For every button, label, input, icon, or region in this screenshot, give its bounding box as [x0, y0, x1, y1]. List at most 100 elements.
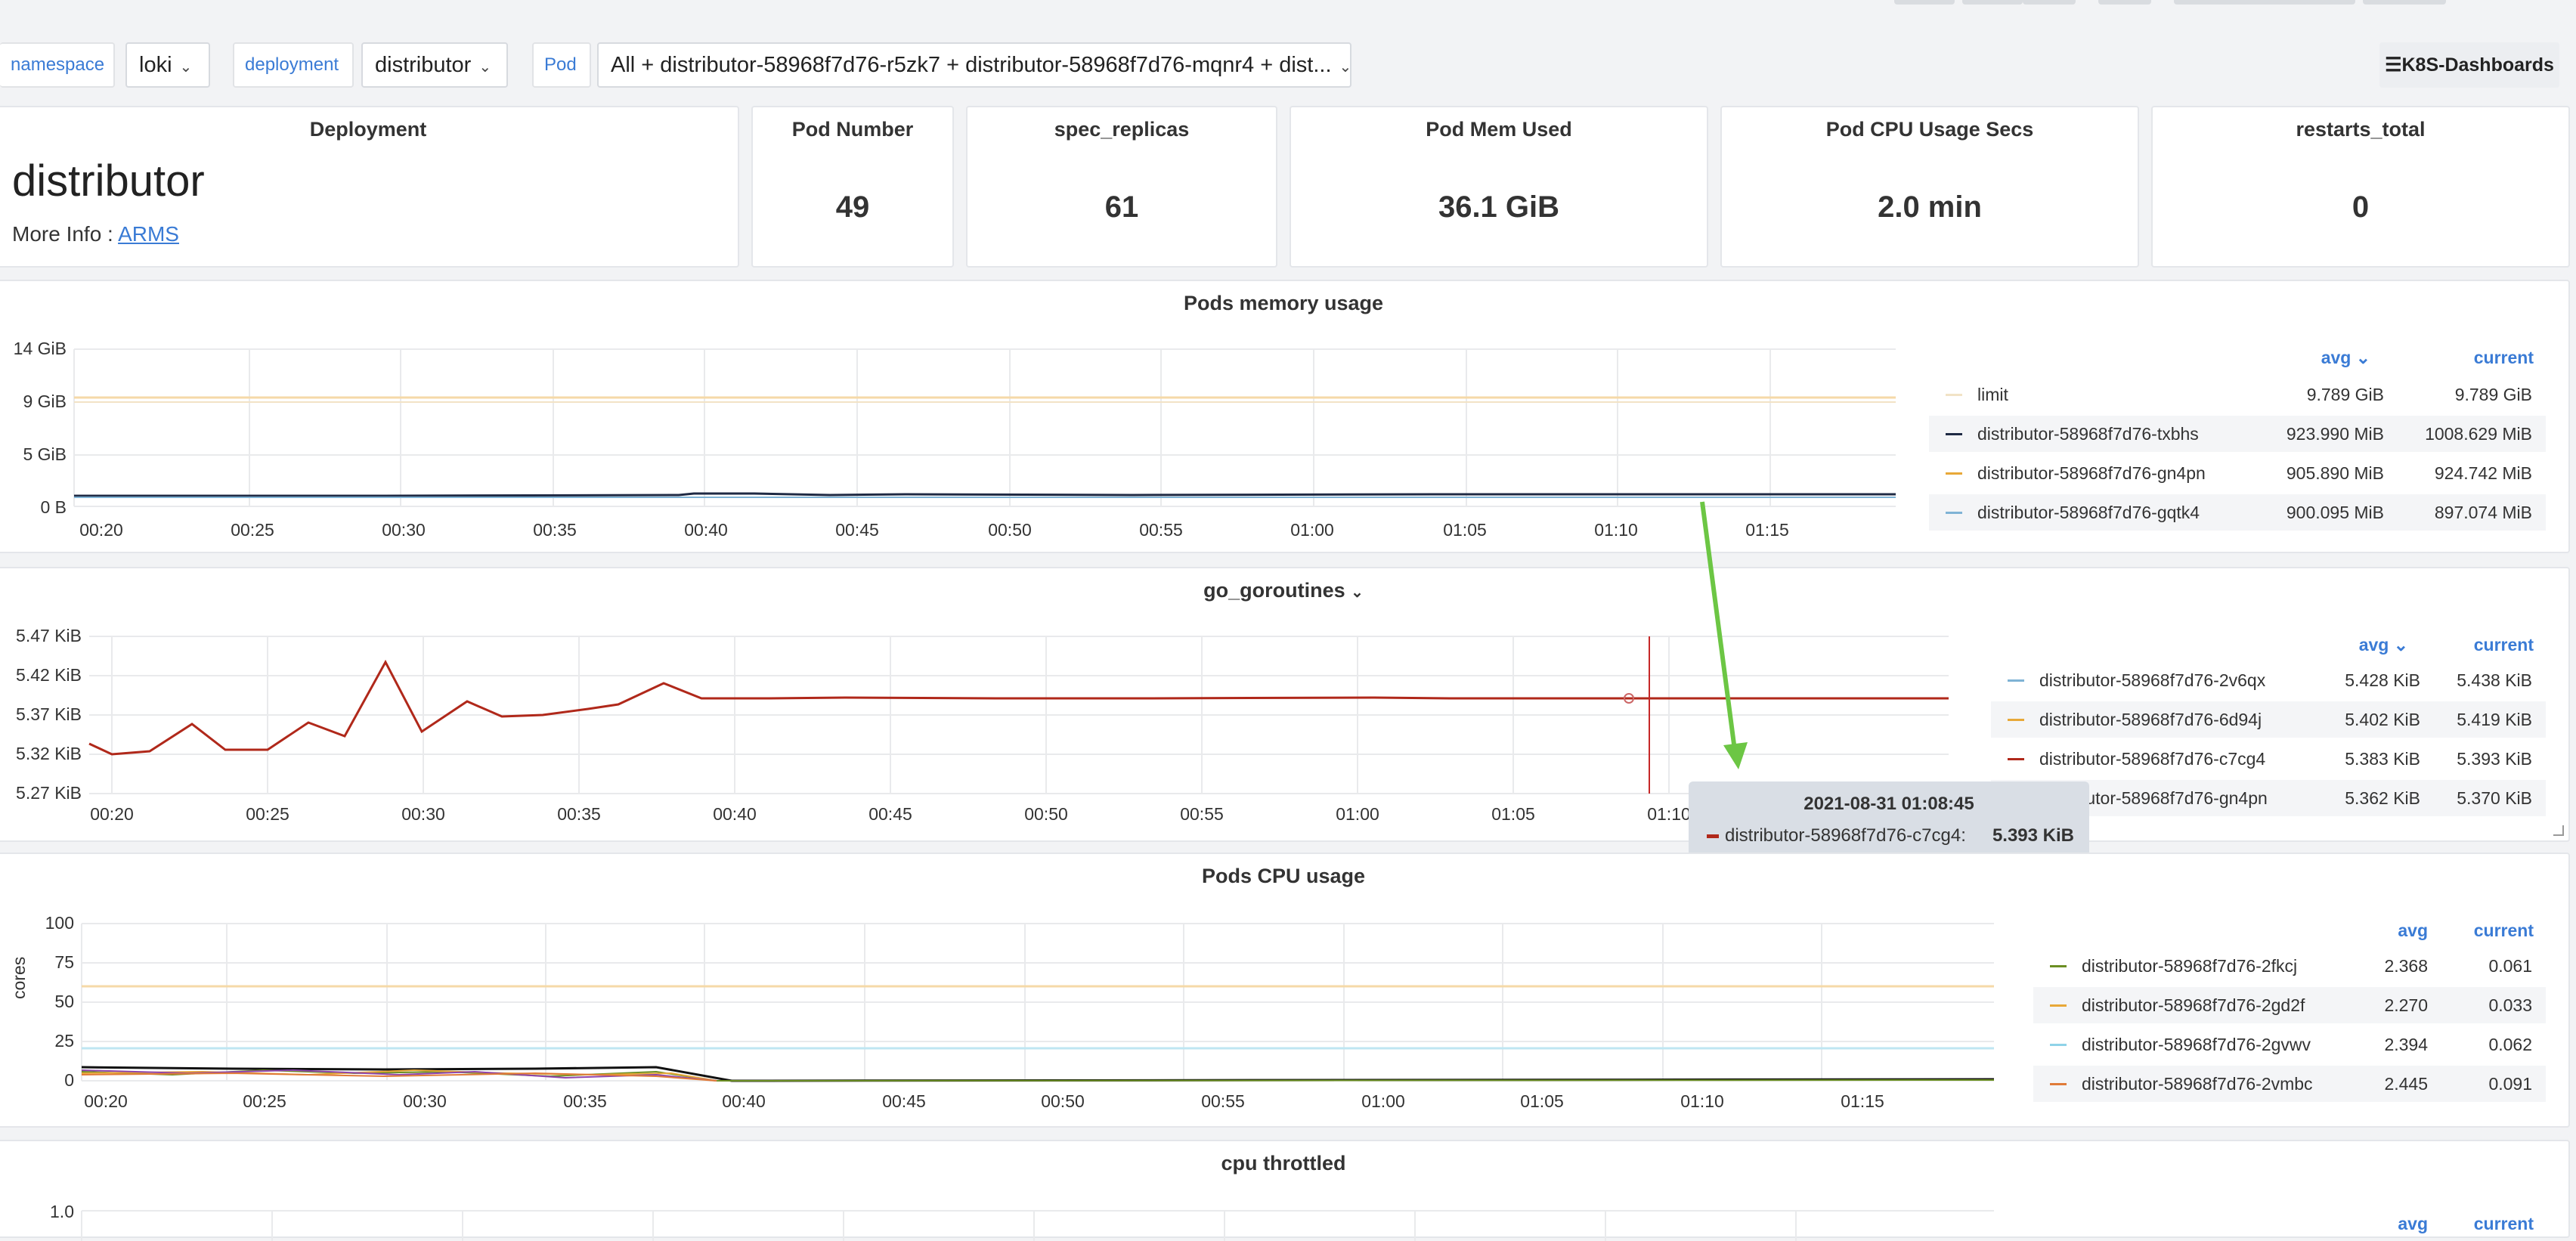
legend-avg-header[interactable]: avg ⌄: [2304, 635, 2408, 655]
x-tick: 00:45: [882, 1091, 926, 1111]
resize-handle[interactable]: [2553, 825, 2564, 836]
x-tick: 00:20: [90, 804, 134, 824]
series-current: 0.061: [2488, 956, 2532, 976]
toolbar-button[interactable]: [2098, 0, 2151, 5]
x-tick: 01:05: [1443, 520, 1487, 540]
x-tick: 00:30: [382, 520, 426, 540]
legend-row[interactable]: distributor-58968f7d76-2v6qx 5.428 KiB 5.4…: [1991, 662, 2546, 698]
y-tick: 5.42 KiB: [16, 665, 82, 685]
series-avg: 905.890 MiB: [2286, 463, 2384, 483]
panel-title: cpu throttled: [1221, 1152, 1346, 1174]
legend-current-header[interactable]: current: [2417, 348, 2534, 368]
panel-title: Pods CPU usage: [1201, 865, 1366, 887]
stat-pod-number: Pod Number 49: [751, 106, 954, 268]
legend-row[interactable]: distributor-58968f7d76-gqtk4 900.095 MiB 8…: [1929, 494, 2546, 531]
toolbar-button[interactable]: [1962, 0, 2023, 5]
series-avg: 5.428 KiB: [2345, 670, 2420, 690]
arms-link[interactable]: ARMS: [118, 222, 179, 246]
series-current: 924.742 MiB: [2434, 463, 2532, 483]
namespace-select[interactable]: loki ⌄: [125, 42, 210, 88]
deployment-panel: Deployment distributor More Info : ARMS: [0, 106, 739, 268]
cpu-throttled-panel: cpu throttled 1.0 avg current: [0, 1140, 2570, 1241]
pod-select[interactable]: All + distributor-58968f7d76-r5zk7 + dis…: [597, 42, 1351, 88]
y-tick: 5.37 KiB: [16, 704, 82, 724]
legend-row[interactable]: distributor-58968f7d76-txbhs 923.990 MiB 1…: [1929, 416, 2546, 452]
toolbar-button[interactable]: [2023, 0, 2076, 5]
series-swatch: [1946, 433, 1962, 435]
legend-avg-header[interactable]: avg ⌄: [2266, 348, 2370, 368]
series-avg: 900.095 MiB: [2286, 503, 2384, 522]
stat-title: spec_replicas: [1054, 118, 1190, 141]
legend-row[interactable]: distributor-58968f7d76-gn4pn 905.890 MiB 9…: [1929, 455, 2546, 491]
cpu-throttled-graph[interactable]: [81, 1210, 2002, 1241]
series-name: distributor-58968f7d76-gn4pn: [1977, 463, 2206, 483]
x-tick: 00:50: [988, 520, 1032, 540]
series-name: distributor-58968f7d76-2v6qx: [2039, 670, 2266, 690]
x-tick: 01:00: [1361, 1091, 1405, 1111]
series-avg: 923.990 MiB: [2286, 424, 2384, 444]
goroutines-graph[interactable]: [88, 636, 1956, 795]
stat-value: 61: [1104, 190, 1139, 224]
cpu-graph[interactable]: [81, 923, 2002, 1082]
series-avg: 2.445: [2384, 1074, 2428, 1094]
legend-row[interactable]: distributor-58968f7d76-2gd2f 2.270 0.033: [2033, 987, 2546, 1023]
legend-current-header[interactable]: current: [2417, 921, 2534, 941]
chevron-down-icon: ⌄: [179, 59, 193, 76]
series-line: [74, 492, 1896, 497]
legend-row[interactable]: distributor-58968f7d76-2fkcj 2.368 0.061: [2033, 948, 2546, 984]
y-tick: 50: [54, 992, 74, 1011]
pod-label: Pod: [532, 42, 591, 88]
stat-value: 0: [2352, 190, 2370, 224]
series-current: 5.393 KiB: [2457, 749, 2532, 769]
toolbar-button[interactable]: [2174, 0, 2355, 5]
deployment-select[interactable]: distributor ⌄: [361, 42, 508, 88]
tooltip-time: 2021-08-31 01:08:45: [1804, 794, 1974, 814]
x-tick: 00:30: [403, 1091, 447, 1111]
legend-row[interactable]: distributor-58968f7d76-2vmbc 2.445 0.091: [2033, 1066, 2546, 1102]
x-tick: 00:45: [868, 804, 912, 824]
toolbar-button[interactable]: [1894, 0, 1955, 5]
deployment-label: deployment: [233, 42, 354, 88]
x-tick: 00:50: [1041, 1091, 1085, 1111]
series-swatch: [2008, 719, 2024, 721]
legend-row[interactable]: limit 9.789 GiB 9.789 GiB: [1929, 376, 2546, 413]
series-avg: 2.394: [2384, 1035, 2428, 1054]
x-tick: 01:10: [1680, 1091, 1724, 1111]
more-info-label: More Info :: [12, 222, 113, 246]
series-avg: 9.789 GiB: [2306, 385, 2384, 404]
pod-value: All + distributor-58968f7d76-r5zk7 + dis…: [611, 53, 1332, 77]
y-tick: 0 B: [40, 497, 67, 517]
series-swatch: [2008, 679, 2024, 682]
legend-current-header[interactable]: current: [2417, 635, 2534, 655]
legend-row[interactable]: distributor-58968f7d76-c7cg4 5.383 KiB 5.3…: [1991, 741, 2546, 777]
x-tick: 00:35: [557, 804, 601, 824]
chevron-down-icon: ⌄: [478, 59, 492, 76]
x-tick: 00:25: [243, 1091, 286, 1111]
series-current: 0.062: [2488, 1035, 2532, 1054]
y-tick: 5.32 KiB: [16, 744, 82, 763]
series-current: 897.074 MiB: [2434, 503, 2532, 522]
panel-title: Pods memory usage: [1183, 292, 1384, 314]
panel-title[interactable]: go_goroutines ⌄: [0, 579, 2568, 602]
chevron-down-icon: ⌄: [2393, 635, 2408, 655]
chevron-down-icon: ⌄: [1339, 59, 1351, 76]
series-current: 9.789 GiB: [2454, 385, 2532, 404]
series-current: 5.419 KiB: [2457, 710, 2532, 729]
legend-row[interactable]: distributor-58968f7d76-6d94j 5.402 KiB 5.4…: [1991, 701, 2546, 738]
series-current: 1008.629 MiB: [2425, 424, 2532, 444]
series-avg: 5.402 KiB: [2345, 710, 2420, 729]
dashboards-link[interactable]: ☰K8S-Dashboards: [2379, 42, 2559, 88]
memory-graph[interactable]: [73, 348, 1903, 508]
goroutines-panel: go_goroutines ⌄ 5.47 KiB 5.42 KiB 5.37 K…: [0, 567, 2570, 842]
series-swatch: [2050, 1083, 2067, 1085]
stat-title: Pod Number: [791, 118, 914, 141]
stat-value: 36.1 GiB: [1438, 190, 1560, 224]
x-tick: 01:15: [1745, 520, 1789, 540]
legend-row[interactable]: distributor-58968f7d76-2gvwv 2.394 0.062: [2033, 1026, 2546, 1063]
toolbar-button[interactable]: [2363, 0, 2446, 5]
y-tick: 0: [64, 1070, 74, 1090]
series-name: distributor-58968f7d76-txbhs: [1977, 424, 2199, 444]
tooltip-swatch: [1707, 834, 1719, 838]
series-swatch: [2050, 1044, 2067, 1046]
series-name: distributor-58968f7d76-2gd2f: [2082, 995, 2305, 1015]
